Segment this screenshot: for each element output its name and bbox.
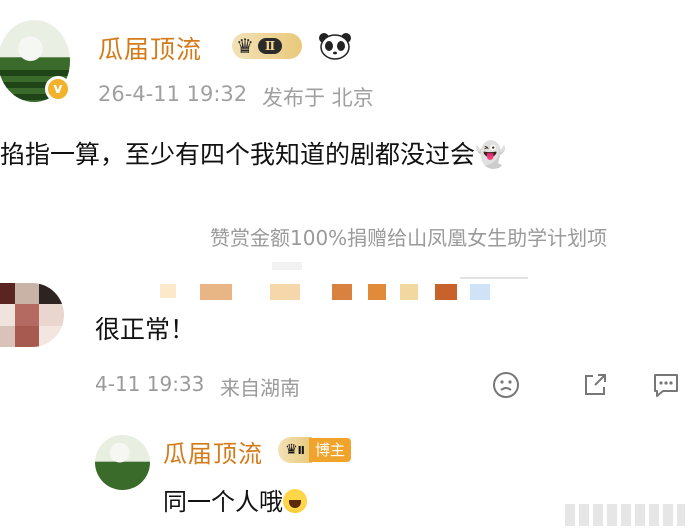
- reply-text: 同一个人哦: [163, 488, 283, 516]
- post-author-name[interactable]: 瓜届顶流: [98, 30, 202, 66]
- crown-icon: ♛: [236, 34, 254, 58]
- commenter-avatar[interactable]: [0, 283, 64, 347]
- post-location: 发布于 北京: [262, 86, 374, 110]
- level-badge[interactable]: ♛ Ⅱ: [232, 33, 302, 59]
- reply-author-avatar[interactable]: [95, 435, 150, 490]
- reply-level-number: Ⅱ: [297, 443, 305, 457]
- post-timestamp: 26-4-11 19:32: [98, 82, 248, 106]
- crown-icon: ♛: [285, 442, 298, 458]
- owner-tag: 博主: [309, 438, 352, 462]
- donation-note[interactable]: 赞赏金额100%捐赠给山凤凰女生助学计划项: [210, 222, 607, 251]
- comment-text: 很正常！: [95, 315, 196, 344]
- watermark: [565, 504, 685, 526]
- pixelated-strip: [160, 262, 530, 307]
- share-icon[interactable]: [580, 370, 610, 400]
- reply-author-name[interactable]: 瓜届顶流: [163, 434, 263, 469]
- dislike-face-icon[interactable]: [491, 370, 521, 400]
- comment-icon[interactable]: [650, 370, 682, 400]
- verified-badge-icon: v: [45, 76, 71, 102]
- panda-icon: [319, 33, 351, 60]
- reply-level-badge: ♛ Ⅱ: [278, 437, 312, 463]
- post-body-text: 掐指一算，至少有四个我知道的剧都没过会👻: [0, 140, 507, 169]
- comment-location: 来自湖南: [220, 376, 300, 400]
- laughing-emoji-icon: [283, 489, 307, 513]
- comment-timestamp: 4-11 19:33: [95, 372, 205, 396]
- reply-text-row: 同一个人哦: [163, 482, 307, 517]
- level-number: Ⅱ: [257, 38, 283, 54]
